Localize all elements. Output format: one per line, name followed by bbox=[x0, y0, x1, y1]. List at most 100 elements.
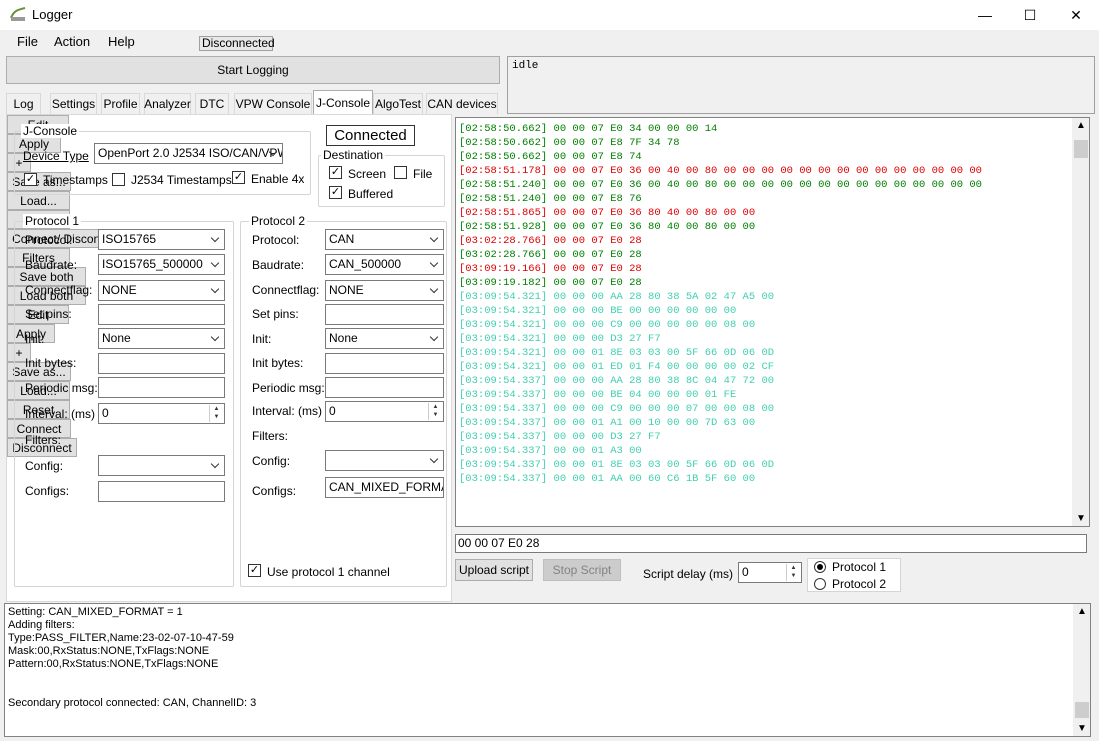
tab-dtc[interactable]: DTC bbox=[195, 93, 229, 114]
p1-init-select[interactable]: None bbox=[98, 328, 225, 349]
p2-interval-spinner[interactable]: ▲ ▼ bbox=[428, 403, 442, 420]
log-line: [03:09:54.337] 00 00 01 8E 03 03 00 5F 6… bbox=[459, 459, 775, 471]
file-checkbox[interactable] bbox=[394, 166, 407, 179]
info-scroll-down-icon[interactable]: ▼ bbox=[1077, 723, 1087, 734]
log-line: [03:09:54.321] 00 00 00 C9 00 00 00 00 0… bbox=[459, 319, 756, 331]
protocol-1-title: Protocol 1 bbox=[23, 214, 82, 228]
p2-configs-input[interactable]: CAN_MIXED_FORMAT bbox=[325, 477, 444, 498]
info-scroll-thumb[interactable] bbox=[1075, 702, 1089, 718]
message-log-lines: [02:58:50.662] 00 00 07 E0 34 00 00 00 1… bbox=[459, 122, 982, 486]
p2-periodic-input[interactable] bbox=[325, 377, 444, 398]
p1-init-label: Init: bbox=[25, 332, 45, 346]
start-logging-button[interactable]: Start Logging bbox=[6, 56, 500, 84]
tab-analyzer[interactable]: Analyzer bbox=[144, 93, 191, 114]
script-delay-input[interactable]: 0 ▲ ▼ bbox=[738, 562, 802, 583]
upload-script-button[interactable]: Upload script bbox=[455, 559, 533, 581]
p1-setpins-input[interactable] bbox=[98, 304, 225, 325]
log-line: [02:58:51.178] 00 00 07 E0 36 00 40 00 8… bbox=[459, 165, 982, 177]
minimize-button[interactable]: — bbox=[962, 0, 1008, 30]
timestamps-checkbox[interactable]: ✓ bbox=[24, 173, 37, 186]
log-line: [03:09:54.321] 00 00 00 AA 28 80 38 5A 0… bbox=[459, 291, 775, 303]
screen-checkbox[interactable]: ✓ bbox=[329, 166, 342, 179]
j2534-timestamps-label: J2534 Timestamps bbox=[131, 173, 232, 187]
menu-help[interactable]: Help bbox=[108, 34, 135, 49]
log-line: [03:09:54.337] 00 00 01 AA 00 60 C6 1B 5… bbox=[459, 473, 756, 485]
script-delay-spinner[interactable]: ▲ ▼ bbox=[786, 564, 800, 581]
script-delay-label: Script delay (ms) bbox=[643, 567, 734, 581]
log-line: [03:09:54.321] 00 00 01 8E 03 03 00 5F 6… bbox=[459, 347, 775, 359]
p2-config-select[interactable] bbox=[325, 450, 444, 471]
tab-algotest[interactable]: AlgoTest bbox=[373, 93, 423, 114]
protocol-2-radio[interactable] bbox=[814, 578, 826, 590]
title-bar bbox=[0, 0, 1099, 30]
info-log-line: Setting: CAN_MIXED_FORMAT = 1 bbox=[8, 606, 183, 618]
p1-connectflag-select[interactable]: NONE bbox=[98, 280, 225, 301]
scroll-down-icon[interactable]: ▼ bbox=[1076, 513, 1086, 524]
info-log-scrollbar[interactable]: ▲ ▼ bbox=[1073, 604, 1090, 736]
screen-label: Screen bbox=[348, 167, 387, 181]
message-log[interactable]: [02:58:50.662] 00 00 07 E0 34 00 00 00 1… bbox=[455, 117, 1090, 527]
menu-file[interactable]: File bbox=[17, 34, 38, 49]
connection-status: Disconnected bbox=[199, 36, 275, 51]
p2-initbytes-input[interactable] bbox=[325, 353, 444, 374]
log-line: [02:58:50.662] 00 00 07 E0 34 00 00 00 1… bbox=[459, 123, 718, 135]
scroll-up-icon[interactable]: ▲ bbox=[1076, 120, 1086, 131]
protocol-radio-group: Protocol 1 Protocol 2 bbox=[807, 558, 901, 592]
log-line: [02:58:51.240] 00 00 07 E8 76 bbox=[459, 193, 642, 205]
use-protocol-1-channel-label: Use protocol 1 channel bbox=[267, 565, 390, 579]
p2-interval-label: Interval: (ms) bbox=[252, 404, 323, 418]
p1-connectflag-label: Connectflag: bbox=[25, 283, 93, 297]
p2-interval-input[interactable]: 0 ▲ ▼ bbox=[325, 401, 444, 422]
p1-initbytes-input[interactable] bbox=[98, 353, 225, 374]
p1-interval-input[interactable]: 0 ▲ ▼ bbox=[98, 403, 225, 424]
stop-script-button[interactable]: Stop Script bbox=[543, 559, 621, 581]
command-input[interactable]: 00 00 07 E0 28 bbox=[455, 534, 1087, 553]
buffered-checkbox[interactable]: ✓ bbox=[329, 186, 342, 199]
p2-setpins-input[interactable] bbox=[325, 304, 444, 325]
tab-profile[interactable]: Profile bbox=[101, 93, 140, 114]
p2-baudrate-select[interactable]: CAN_500000 bbox=[325, 254, 444, 275]
p2-protocol-label: Protocol: bbox=[252, 233, 300, 247]
message-log-scrollbar[interactable]: ▲ ▼ bbox=[1072, 118, 1089, 526]
p2-protocol-select[interactable]: CAN bbox=[325, 229, 444, 250]
device-type-select[interactable]: OpenPort 2.0 J2534 ISO/CAN/VPW bbox=[94, 143, 283, 164]
tab-settings[interactable]: Settings bbox=[50, 93, 97, 114]
info-log[interactable]: Setting: CAN_MIXED_FORMAT = 1 Adding filt… bbox=[4, 603, 1091, 737]
p2-init-select[interactable]: None bbox=[325, 328, 444, 349]
scroll-thumb[interactable] bbox=[1074, 140, 1088, 158]
script-delay-value: 0 bbox=[742, 565, 749, 579]
info-log-line: Pattern:00,RxStatus:NONE,TxFlags:NONE bbox=[8, 658, 219, 670]
log-line: [03:09:54.321] 00 00 00 D3 27 F7 bbox=[459, 333, 661, 345]
log-line: [03:02:28.766] 00 00 07 E0 28 bbox=[459, 249, 642, 261]
j2534-timestamps-checkbox[interactable] bbox=[112, 173, 125, 186]
log-line: [02:58:51.865] 00 00 07 E0 36 80 40 00 8… bbox=[459, 207, 756, 219]
j-console-panel: J-Console Device Type OpenPort 2.0 J2534… bbox=[6, 114, 452, 602]
tab-log[interactable]: Log bbox=[6, 93, 41, 114]
p2-connectflag-select[interactable]: NONE bbox=[325, 280, 444, 301]
protocol-2-radio-label: Protocol 2 bbox=[832, 577, 887, 591]
log-line: [03:09:54.337] 00 00 00 AA 28 80 38 8C 0… bbox=[459, 375, 775, 387]
p1-baudrate-label: Baudrate: bbox=[25, 258, 78, 272]
close-button[interactable]: ✕ bbox=[1053, 0, 1099, 30]
p1-interval-spinner[interactable]: ▲ ▼ bbox=[209, 405, 223, 422]
p1-configs-input[interactable] bbox=[98, 481, 225, 502]
p1-protocol-select[interactable]: ISO15765 bbox=[98, 229, 225, 250]
p1-config-select[interactable] bbox=[98, 455, 225, 476]
log-line: [02:58:51.240] 00 00 07 E0 36 00 40 00 8… bbox=[459, 179, 982, 191]
enable-4x-checkbox[interactable]: ✓ bbox=[232, 171, 245, 184]
tab-vpw-console[interactable]: VPW Console bbox=[234, 93, 312, 114]
protocol-1-radio-label: Protocol 1 bbox=[832, 560, 887, 574]
tab-can-devices[interactable]: CAN devices bbox=[426, 93, 498, 114]
p1-baudrate-select[interactable]: ISO15765_500000 bbox=[98, 254, 225, 275]
p2-configs-label: Configs: bbox=[252, 484, 297, 498]
p1-periodic-input[interactable] bbox=[98, 377, 225, 398]
p2-baudrate-label: Baudrate: bbox=[252, 258, 305, 272]
log-line: [03:02:28.766] 00 00 07 E0 28 bbox=[459, 235, 642, 247]
protocol-1-radio[interactable] bbox=[814, 561, 826, 573]
tab-j-console[interactable]: J-Console bbox=[313, 90, 373, 115]
maximize-button[interactable]: ☐ bbox=[1007, 0, 1053, 30]
menu-action[interactable]: Action bbox=[54, 34, 90, 49]
use-protocol-1-channel-checkbox[interactable]: ✓ bbox=[248, 564, 261, 577]
p1-interval-label: Interval: (ms) bbox=[25, 407, 96, 421]
info-scroll-up-icon[interactable]: ▲ bbox=[1077, 606, 1087, 617]
